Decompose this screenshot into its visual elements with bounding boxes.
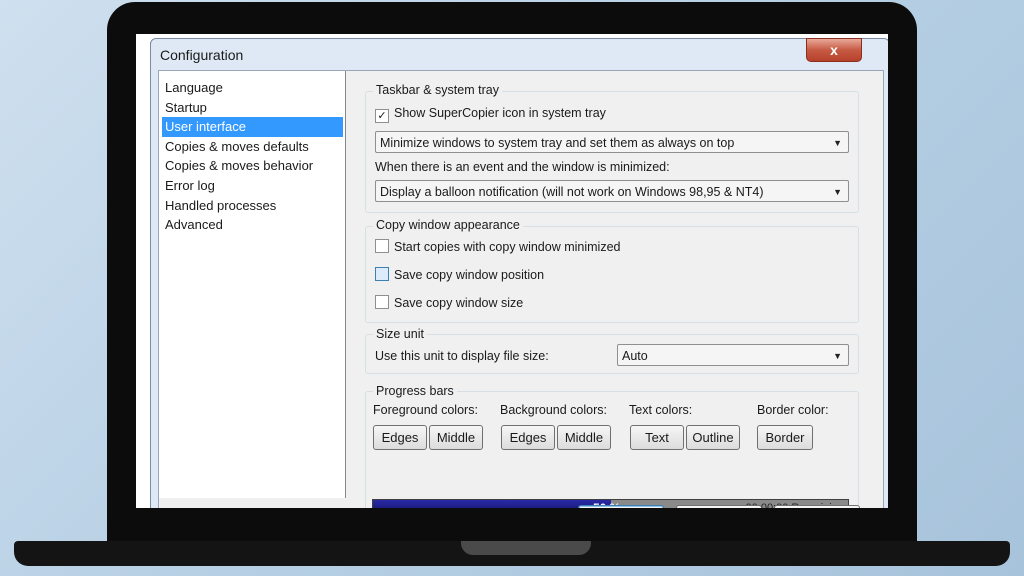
cancel-button[interactable]	[676, 505, 762, 508]
border-color-label: Border color:	[757, 403, 829, 417]
start-minimized-label: Start copies with copy window minimized	[394, 240, 621, 254]
fg-middle-button[interactable]: Middle	[429, 425, 483, 450]
copy-window-group-title: Copy window appearance	[373, 218, 523, 232]
show-icon-label: Show SuperCopier icon in system tray	[394, 106, 606, 120]
save-size-checkbox[interactable]	[375, 295, 389, 309]
laptop-notch	[461, 541, 591, 555]
laptop-base	[14, 541, 1010, 566]
laptop-screen: Configuration x Language Startup User in…	[136, 34, 888, 508]
text-colors-label: Text colors:	[629, 403, 693, 417]
text-color-button[interactable]: Text	[630, 425, 684, 450]
minimize-behavior-value: Minimize windows to system tray and set …	[380, 136, 735, 150]
sidebar-item-startup[interactable]: Startup	[162, 98, 343, 118]
sidebar-item-copies-moves-behavior[interactable]: Copies & moves behavior	[162, 156, 343, 176]
save-size-option[interactable]: Save copy window size	[375, 295, 523, 311]
minimize-behavior-select[interactable]: Minimize windows to system tray and set …	[375, 131, 849, 153]
bg-middle-button[interactable]: Middle	[557, 425, 611, 450]
window-client-area: Language Startup User interface Copies &…	[158, 70, 884, 508]
foreground-colors-label: Foreground colors:	[373, 403, 478, 417]
category-list: Language Startup User interface Copies &…	[159, 71, 346, 498]
sidebar-item-language[interactable]: Language	[162, 78, 343, 98]
close-button[interactable]: x	[806, 38, 862, 62]
show-icon-checkbox[interactable]: ✓	[375, 109, 389, 123]
show-icon-option[interactable]: ✓ Show SuperCopier icon in system tray	[375, 105, 606, 123]
ok-button[interactable]	[578, 505, 664, 508]
fg-edges-button[interactable]: Edges	[373, 425, 427, 450]
progress-bars-group-title: Progress bars	[373, 384, 457, 398]
taskbar-group-title: Taskbar & system tray	[373, 83, 502, 97]
bg-edges-button[interactable]: Edges	[501, 425, 555, 450]
sidebar-item-advanced[interactable]: Advanced	[162, 215, 343, 235]
size-unit-select[interactable]: Auto ▼	[617, 344, 849, 366]
event-notification-value: Display a balloon notification (will not…	[380, 185, 764, 199]
start-minimized-checkbox[interactable]	[375, 239, 389, 253]
save-position-option[interactable]: Save copy window position	[375, 267, 544, 283]
chevron-down-icon: ▼	[833, 351, 842, 361]
size-unit-value: Auto	[622, 349, 648, 363]
outline-color-button[interactable]: Outline	[686, 425, 740, 450]
save-size-label: Save copy window size	[394, 296, 524, 310]
save-position-label: Save copy window position	[394, 268, 545, 282]
sidebar-item-user-interface[interactable]: User interface	[162, 117, 343, 137]
size-unit-group-title: Size unit	[373, 327, 427, 341]
configuration-window: Configuration x Language Startup User in…	[150, 38, 888, 508]
chevron-down-icon: ▼	[833, 187, 842, 197]
start-minimized-option[interactable]: Start copies with copy window minimized	[375, 239, 620, 255]
chevron-down-icon: ▼	[833, 138, 842, 148]
apply-button[interactable]	[774, 505, 860, 508]
background-colors-label: Background colors:	[500, 403, 608, 417]
border-color-button[interactable]: Border	[757, 425, 813, 450]
event-label: When there is an event and the window is…	[375, 160, 670, 174]
sidebar-item-copies-moves-defaults[interactable]: Copies & moves defaults	[162, 137, 343, 157]
progress-fill	[373, 500, 611, 508]
event-notification-select[interactable]: Display a balloon notification (will not…	[375, 180, 849, 202]
sidebar-item-handled-processes[interactable]: Handled processes	[162, 196, 343, 216]
sidebar-item-error-log[interactable]: Error log	[162, 176, 343, 196]
close-icon: x	[830, 42, 838, 58]
checkmark-icon: ✓	[377, 110, 387, 122]
size-unit-label: Use this unit to display file size:	[375, 349, 549, 363]
save-position-checkbox[interactable]	[375, 267, 389, 281]
window-title: Configuration	[160, 47, 244, 63]
